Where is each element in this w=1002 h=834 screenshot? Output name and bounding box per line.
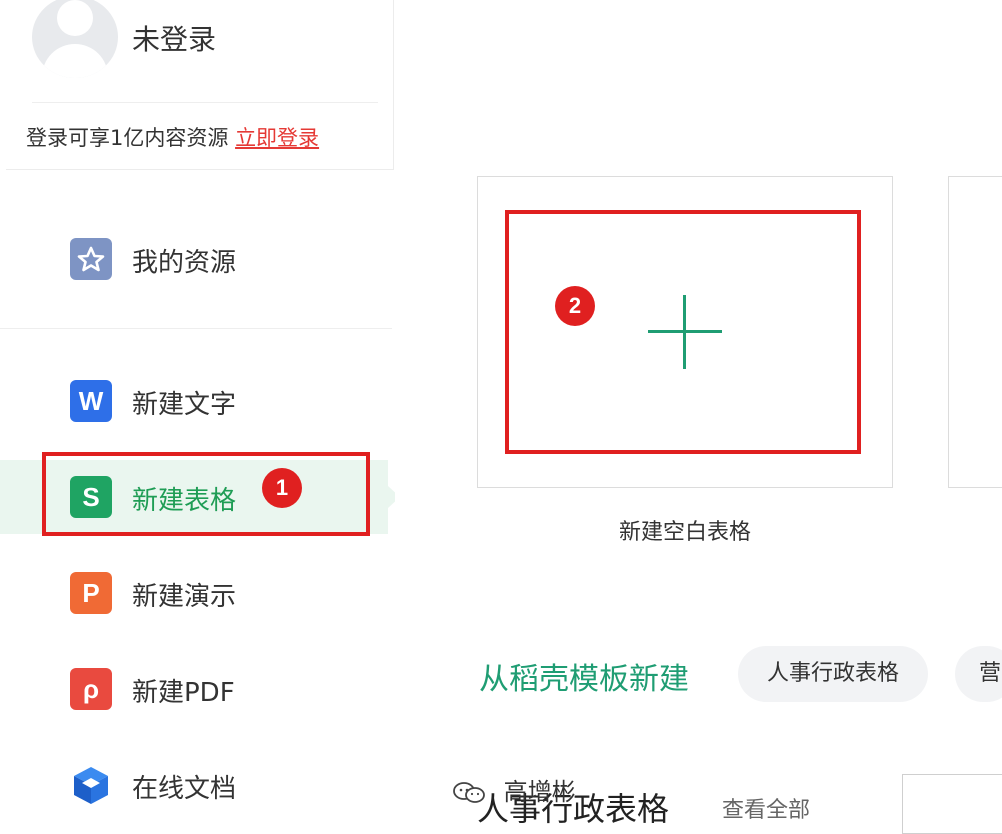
login-tip-text: 登录可享1亿内容资源 [26, 126, 229, 150]
view-all-link[interactable]: 查看全部 [722, 792, 810, 824]
plus-icon [648, 295, 722, 369]
category-chip[interactable]: 营 [955, 646, 1002, 702]
category-chip[interactable]: 人事行政表格 [738, 646, 928, 702]
sidebar-item-new-spreadsheet[interactable]: S 新建表格 [0, 460, 400, 534]
template-card-partial[interactable] [948, 176, 1002, 488]
plus-icon-vertical-stroke [683, 295, 686, 369]
template-heading: 从稻壳模板新建 [479, 662, 689, 697]
wps-writer-icon: W [70, 380, 112, 422]
main-panel: 2 新建空白表格 从稻壳模板新建 人事行政表格 营 人事行政表格 查看全部 [395, 0, 1002, 834]
step-badge-2: 2 [555, 286, 595, 326]
sidebar-item-new-document[interactable]: W 新建文字 [0, 364, 388, 438]
sidebar-item-label: 我的资源 [132, 248, 237, 278]
sidebar-item-new-pdf[interactable]: ρ 新建PDF [0, 652, 388, 726]
sidebar: 未登录 登录可享1亿内容资源 立即登录 我的资源 W 新建文字 S 新建表格 P… [0, 0, 400, 834]
divider [32, 102, 378, 103]
watermark-frame [902, 774, 1002, 834]
sidebar-item-new-presentation[interactable]: P 新建演示 [0, 556, 388, 630]
sidebar-item-label: 在线文档 [132, 774, 237, 804]
divider [0, 328, 392, 329]
sidebar-item-my-resources[interactable]: 我的资源 [0, 222, 388, 296]
sidebar-item-online-docs[interactable]: 在线文档 [0, 748, 388, 822]
watermark-text: 高增彬 [503, 778, 576, 806]
blank-spreadsheet-card[interactable] [477, 176, 893, 488]
online-doc-icon [70, 764, 112, 806]
wps-spreadsheet-icon: S [70, 476, 112, 518]
username: 未登录 [132, 23, 217, 56]
avatar[interactable] [32, 0, 118, 78]
watermark: 高增彬 [452, 772, 576, 812]
user-panel: 未登录 登录可享1亿内容资源 立即登录 [6, 0, 394, 170]
sidebar-item-label: 新建演示 [132, 582, 237, 612]
avatar-head-shape [57, 0, 93, 36]
sidebar-item-label: 新建表格 [132, 486, 237, 516]
avatar-body-shape [42, 44, 108, 78]
sidebar-item-label: 新建PDF [132, 678, 235, 708]
step-badge-1: 1 [262, 468, 302, 508]
wps-pdf-icon: ρ [70, 668, 112, 710]
wechat-icon [452, 781, 486, 805]
wps-presentation-icon: P [70, 572, 112, 614]
login-tip: 登录可享1亿内容资源 立即登录 [26, 122, 319, 152]
blank-card-caption: 新建空白表格 [618, 520, 751, 545]
sidebar-item-label: 新建文字 [132, 390, 237, 420]
login-link[interactable]: 立即登录 [235, 126, 319, 150]
star-icon [70, 238, 112, 280]
